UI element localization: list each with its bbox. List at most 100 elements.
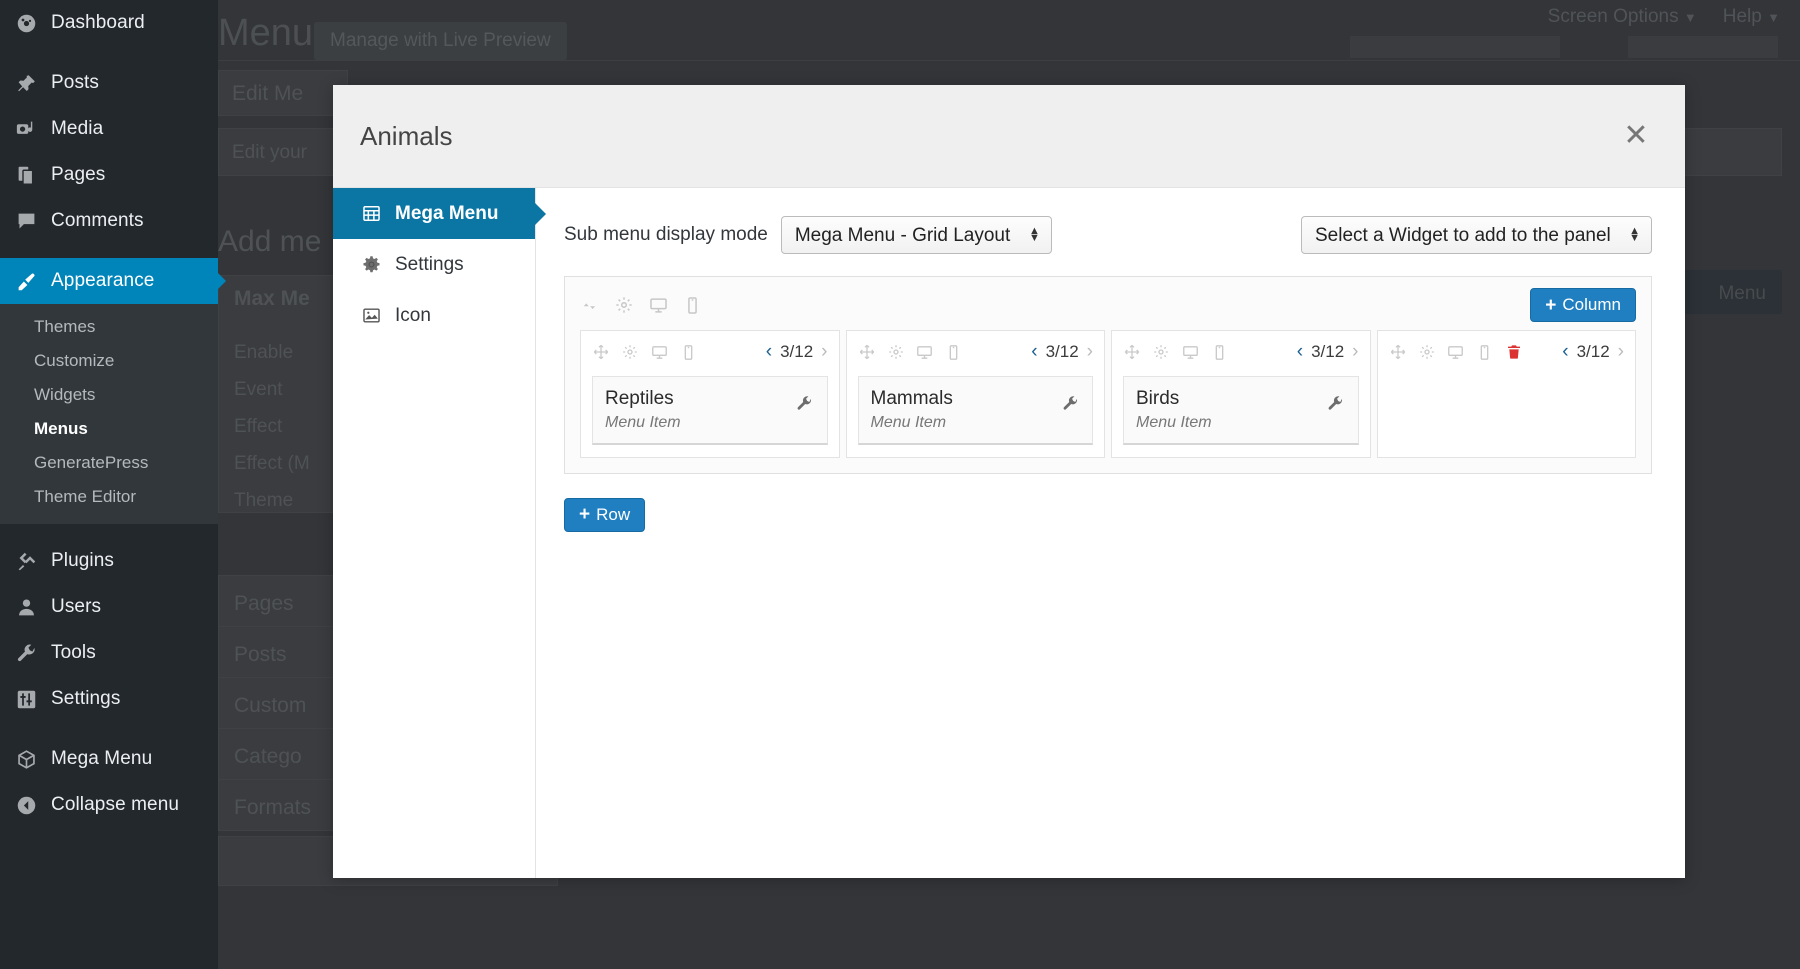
sidebar-item-label: Appearance bbox=[51, 270, 154, 292]
column-span-decrease[interactable]: ‹ bbox=[1297, 341, 1303, 363]
widget-select-wrap: Select a Widget to add to the panel ▲▼ bbox=[1301, 216, 1652, 254]
gear-icon[interactable] bbox=[614, 295, 634, 315]
setting-row-effect-mobile: Effect (M bbox=[234, 453, 310, 475]
pin-icon bbox=[14, 71, 38, 95]
accordion-categories-label: Catego bbox=[234, 745, 302, 769]
appearance-submenu: Themes Customize Widgets Menus GenerateP… bbox=[0, 304, 218, 524]
edit-menus-tab-label: Edit Me bbox=[232, 82, 303, 106]
move-icon[interactable] bbox=[1389, 343, 1407, 361]
column-widget[interactable]: Birds Menu Item bbox=[1123, 376, 1359, 445]
column-span-decrease[interactable]: ‹ bbox=[1031, 341, 1037, 363]
setting-row-enable: Enable bbox=[234, 342, 293, 364]
tab-icon[interactable]: Icon bbox=[333, 290, 535, 341]
brush-icon bbox=[14, 269, 38, 293]
column-tools bbox=[592, 343, 697, 361]
screen-options-toggle[interactable]: Screen Options ▼ bbox=[1548, 6, 1697, 28]
sidebar-item-posts[interactable]: Posts bbox=[0, 60, 218, 106]
column-span-increase[interactable]: › bbox=[821, 341, 827, 363]
mobile-icon[interactable] bbox=[682, 295, 702, 315]
display-mode-select[interactable]: Mega Menu - Grid Layout bbox=[781, 216, 1052, 254]
wrench-icon bbox=[14, 641, 38, 665]
divider bbox=[218, 60, 1800, 61]
sidebar-item-label: Users bbox=[51, 596, 101, 618]
sidebar-item-menus[interactable]: Menus bbox=[0, 412, 218, 446]
wrench-icon[interactable] bbox=[795, 393, 815, 413]
mobile-icon[interactable] bbox=[679, 343, 697, 361]
desktop-icon[interactable] bbox=[916, 343, 934, 361]
desktop-icon[interactable] bbox=[1181, 343, 1199, 361]
mobile-icon[interactable] bbox=[1476, 343, 1494, 361]
tab-settings[interactable]: Settings bbox=[333, 239, 535, 290]
sidebar-item-label: Mega Menu bbox=[51, 748, 152, 770]
desktop-icon[interactable] bbox=[1447, 343, 1465, 361]
row-tools bbox=[580, 295, 702, 315]
sidebar-item-tools[interactable]: Tools bbox=[0, 630, 218, 676]
sidebar-item-dashboard[interactable]: Dashboard bbox=[0, 0, 218, 46]
column-widget[interactable]: Reptiles Menu Item bbox=[592, 376, 828, 445]
widget-title: Mammals bbox=[871, 387, 953, 411]
trash-icon[interactable] bbox=[1505, 343, 1523, 361]
column-span-value: 3/12 bbox=[1577, 342, 1610, 362]
sidebar-item-mega-menu[interactable]: Mega Menu bbox=[0, 736, 218, 782]
sidebar-item-label: Plugins bbox=[51, 550, 114, 572]
column-widget[interactable]: Mammals Menu Item bbox=[858, 376, 1094, 445]
wrench-icon[interactable] bbox=[1326, 393, 1346, 413]
display-mode-label: Sub menu display mode bbox=[564, 224, 768, 246]
sidebar-item-theme-editor[interactable]: Theme Editor bbox=[0, 480, 218, 514]
mega-menu-column[interactable]: ‹ 3/12 › Reptiles Menu Item bbox=[580, 330, 840, 458]
sidebar-item-generatepress[interactable]: GeneratePress bbox=[0, 446, 218, 480]
widget-title: Birds bbox=[1136, 387, 1212, 411]
sidebar-item-comments[interactable]: Comments bbox=[0, 198, 218, 244]
add-row-button[interactable]: + Row bbox=[564, 498, 645, 532]
sidebar-item-pages[interactable]: Pages bbox=[0, 152, 218, 198]
column-span-increase[interactable]: › bbox=[1352, 341, 1358, 363]
close-icon[interactable]: ✕ bbox=[1621, 121, 1651, 151]
sidebar-item-collapse-menu[interactable]: Collapse menu bbox=[0, 782, 218, 828]
wrench-icon[interactable] bbox=[1060, 393, 1080, 413]
desktop-icon[interactable] bbox=[648, 295, 668, 315]
mega-menu-column[interactable]: ‹ 3/12 › bbox=[1377, 330, 1637, 458]
mega-menu-column[interactable]: ‹ 3/12 › Mammals Menu Item bbox=[846, 330, 1106, 458]
sidebar-item-label: Collapse menu bbox=[51, 794, 179, 816]
sidebar-item-users[interactable]: Users bbox=[0, 584, 218, 630]
setting-row-theme: Theme bbox=[234, 490, 293, 512]
column-span: ‹ 3/12 › bbox=[1562, 341, 1624, 363]
mega-menu-column[interactable]: ‹ 3/12 › Birds Menu Item bbox=[1111, 330, 1371, 458]
modal-header: Animals ✕ bbox=[333, 85, 1685, 188]
sidebar-item-media[interactable]: Media bbox=[0, 106, 218, 152]
sidebar-item-plugins[interactable]: Plugins bbox=[0, 538, 218, 584]
sidebar-item-customize[interactable]: Customize bbox=[0, 344, 218, 378]
tab-mega-menu[interactable]: Mega Menu bbox=[333, 188, 535, 239]
add-column-button[interactable]: + Column bbox=[1530, 288, 1636, 322]
column-tools bbox=[1123, 343, 1228, 361]
desktop-icon[interactable] bbox=[650, 343, 668, 361]
mobile-icon[interactable] bbox=[945, 343, 963, 361]
pages-icon bbox=[14, 163, 38, 187]
column-span-increase[interactable]: › bbox=[1618, 341, 1624, 363]
collapse-icon bbox=[14, 793, 38, 817]
gear-icon[interactable] bbox=[1418, 343, 1436, 361]
column-span-decrease[interactable]: ‹ bbox=[1562, 341, 1568, 363]
move-icon[interactable] bbox=[858, 343, 876, 361]
live-preview-button[interactable]: Manage with Live Preview bbox=[314, 22, 567, 60]
sidebar-item-settings[interactable]: Settings bbox=[0, 676, 218, 722]
sidebar-item-widgets[interactable]: Widgets bbox=[0, 378, 218, 412]
column-span-value: 3/12 bbox=[780, 342, 813, 362]
help-toggle[interactable]: Help ▼ bbox=[1723, 6, 1780, 28]
move-icon[interactable] bbox=[592, 343, 610, 361]
gear-icon[interactable] bbox=[621, 343, 639, 361]
modal-title: Animals bbox=[360, 121, 452, 152]
gear-icon[interactable] bbox=[1152, 343, 1170, 361]
sidebar-item-appearance[interactable]: Appearance bbox=[0, 258, 218, 304]
image-icon bbox=[360, 305, 382, 327]
gear-icon[interactable] bbox=[887, 343, 905, 361]
widget-select[interactable]: Select a Widget to add to the panel bbox=[1301, 216, 1652, 254]
mobile-icon[interactable] bbox=[1210, 343, 1228, 361]
column-span-decrease[interactable]: ‹ bbox=[766, 341, 772, 363]
move-icon[interactable] bbox=[1123, 343, 1141, 361]
column-span-increase[interactable]: › bbox=[1087, 341, 1093, 363]
column-list: ‹ 3/12 › Reptiles Menu Item bbox=[580, 330, 1636, 458]
dashboard-icon bbox=[14, 11, 38, 35]
sort-icon[interactable] bbox=[580, 295, 600, 315]
sidebar-item-themes[interactable]: Themes bbox=[0, 310, 218, 344]
